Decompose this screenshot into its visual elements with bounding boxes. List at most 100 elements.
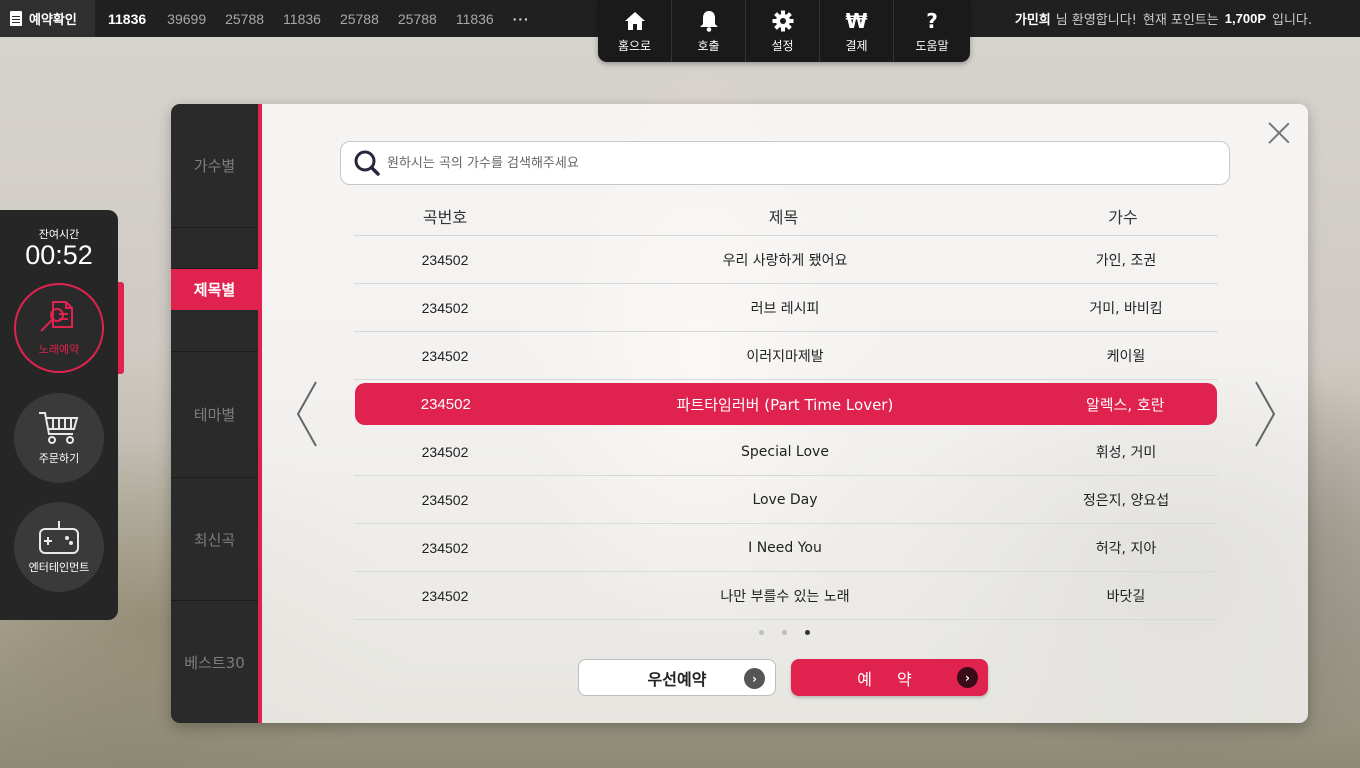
- table-row-selected[interactable]: 234502 파트타임러버 (Part Time Lover) 알렉스, 호란: [355, 383, 1217, 425]
- song-number: 234502: [421, 587, 469, 604]
- call-label: 호출: [697, 38, 720, 53]
- entertainment-button[interactable]: 엔터테인먼트: [14, 502, 104, 592]
- song-artist: 가인, 조권: [1095, 252, 1157, 269]
- song-artist: 허각, 지아: [1095, 540, 1157, 557]
- table-row[interactable]: 234502 나만 부를수 있는 노래 바닷길: [354, 572, 1218, 620]
- points-suffix: 입니다.: [1271, 13, 1312, 28]
- song-title: Special Love: [741, 443, 829, 460]
- song-title: Love Day: [752, 491, 818, 508]
- search-input[interactable]: [387, 155, 1207, 171]
- reserve-label: 예 약: [857, 669, 922, 689]
- close-button[interactable]: [1268, 122, 1290, 144]
- category-best30[interactable]: 베스트30: [171, 601, 258, 723]
- call-button[interactable]: 호출: [672, 0, 746, 62]
- order-label: 주문하기: [38, 452, 80, 465]
- help-label: 도움말: [915, 38, 949, 53]
- welcome-message: 가민희 님 환영합니다! 현재 포인트는 1,700P 입니다.: [1015, 0, 1312, 37]
- priority-reserve-button[interactable]: 우선예약 ›: [578, 659, 776, 696]
- queue-item[interactable]: 11836: [283, 11, 321, 27]
- song-title: 나만 부를수 있는 노래: [720, 588, 850, 605]
- settings-label: 설정: [771, 38, 794, 53]
- table-row[interactable]: 234502 우리 사랑하게 됐어요 가인, 조권: [354, 236, 1218, 284]
- song-artist: 케이윌: [1106, 348, 1146, 365]
- category-title[interactable]: 제목별: [171, 269, 258, 310]
- chevron-right-icon: ›: [957, 667, 978, 688]
- category-singer[interactable]: 가수별: [171, 104, 258, 228]
- question-icon: ?: [926, 8, 938, 33]
- remaining-time-value: 00:52: [25, 240, 93, 270]
- song-number: 234502: [421, 539, 469, 556]
- queue-more-button[interactable]: ···: [513, 11, 530, 27]
- song-number: 234502: [420, 395, 471, 413]
- priority-reserve-label: 우선예약: [647, 669, 707, 689]
- song-artist: 바닷길: [1106, 588, 1146, 605]
- song-number: 234502: [421, 347, 469, 364]
- header-title: 제목: [768, 208, 799, 227]
- chevron-left-icon: [296, 381, 317, 447]
- home-button[interactable]: 홈으로: [598, 0, 672, 62]
- prev-page-arrow[interactable]: [296, 380, 318, 448]
- page-indicator: [759, 630, 828, 635]
- table-row[interactable]: 234502 러브 레시피 거미, 바비킴: [354, 284, 1218, 332]
- song-reserve-button[interactable]: 노래예약: [14, 283, 104, 373]
- song-number: 234502: [421, 491, 469, 508]
- category-spacer: [171, 228, 258, 269]
- song-number: 234502: [421, 443, 469, 460]
- home-label: 홈으로: [617, 38, 652, 53]
- reserve-check-button[interactable]: 예약확인: [0, 0, 95, 37]
- song-title: 러브 레시피: [750, 300, 820, 317]
- song-artist: 거미, 바비킴: [1089, 300, 1163, 317]
- queue-item[interactable]: 25788: [225, 11, 264, 27]
- search-bar: [340, 141, 1230, 185]
- settings-button[interactable]: 설정: [746, 0, 820, 62]
- user-name: 가민희: [1014, 13, 1051, 28]
- reserve-check-label: 예약확인: [29, 13, 77, 28]
- song-list-area: 곡번호 제목 가수 234502 우리 사랑하게 됐어요 가인, 조권 2345…: [262, 104, 1308, 723]
- song-artist: 휘성, 거미: [1095, 444, 1157, 461]
- home-icon: [624, 9, 646, 33]
- reserve-button[interactable]: 예 약 ›: [791, 659, 988, 696]
- header-song-number: 곡번호: [422, 208, 468, 227]
- page-dot-current[interactable]: [805, 630, 810, 635]
- page-dot[interactable]: [782, 630, 787, 635]
- reservation-queue: 11836 39699 25788 11836 25788 25788 1183…: [108, 0, 549, 37]
- order-button[interactable]: 주문하기: [14, 393, 104, 483]
- table-row[interactable]: 234502 이러지마제발 케이윌: [354, 332, 1218, 380]
- song-reserve-icon: [40, 301, 73, 332]
- side-panel: 잔여시간 00:52 노래예약 주문하기 엔터테인먼트: [0, 210, 118, 620]
- page-dot[interactable]: [759, 630, 764, 635]
- points-prefix: 현재 포인트는: [1142, 13, 1219, 28]
- queue-item[interactable]: 11836: [456, 11, 494, 27]
- song-search-panel: 가수별 제목별 테마별 최신곡 베스트30 곡번호 제목 가수: [171, 104, 1308, 723]
- category-menu: 가수별 제목별 테마별 최신곡 베스트30: [171, 104, 258, 723]
- entertainment-label: 엔터테인먼트: [28, 561, 90, 574]
- bell-icon: [699, 9, 719, 33]
- category-theme[interactable]: 테마별: [171, 352, 258, 478]
- payment-button[interactable]: ₩ 결제: [820, 0, 894, 62]
- queue-item[interactable]: 25788: [340, 11, 379, 27]
- song-number: 234502: [421, 251, 469, 268]
- side-active-indicator: [118, 282, 124, 374]
- chevron-right-icon: [1255, 381, 1276, 447]
- payment-label: 결제: [845, 38, 868, 53]
- queue-item[interactable]: 39699: [167, 11, 206, 27]
- song-reserve-label: 노래예약: [38, 343, 80, 356]
- queue-item[interactable]: 11836: [108, 11, 146, 27]
- table-row[interactable]: 234502 Special Love 휘성, 거미: [354, 428, 1218, 476]
- header-artist: 가수: [1108, 208, 1138, 227]
- song-artist: 정은지, 양요섭: [1082, 492, 1170, 509]
- queue-item[interactable]: 25788: [398, 11, 437, 27]
- help-button[interactable]: ? 도움말: [894, 0, 970, 62]
- gear-icon: [772, 9, 794, 33]
- table-row[interactable]: 234502 Love Day 정은지, 양요섭: [354, 476, 1218, 524]
- song-title: I Need You: [748, 539, 822, 556]
- gamepad-icon: [39, 521, 79, 554]
- category-latest[interactable]: 최신곡: [171, 478, 258, 601]
- points-value: 1,700P: [1224, 11, 1266, 26]
- song-table: 곡번호 제목 가수 234502 우리 사랑하게 됐어요 가인, 조권 2345…: [354, 197, 1218, 620]
- song-title: 우리 사랑하게 됐어요: [722, 252, 848, 269]
- table-row[interactable]: 234502 I Need You 허각, 지아: [354, 524, 1218, 572]
- next-page-arrow[interactable]: [1254, 380, 1276, 448]
- song-title: 파트타임러버 (Part Time Lover): [676, 395, 894, 414]
- chevron-right-icon: ›: [744, 668, 765, 689]
